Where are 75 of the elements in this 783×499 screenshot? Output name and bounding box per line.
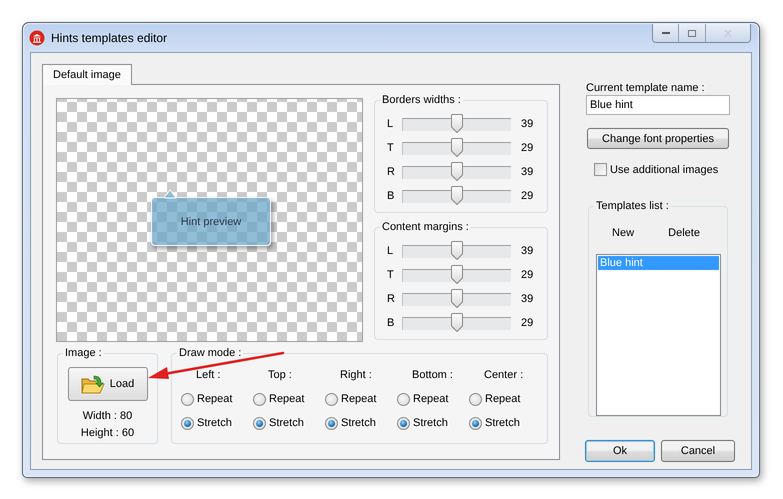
radio-label: Stretch	[197, 417, 232, 429]
checkbox-label: Use additional images	[610, 164, 718, 176]
radio-label: Stretch	[269, 417, 304, 429]
group-title: Content margins :	[380, 221, 471, 234]
slider-value: 39	[521, 118, 534, 130]
column-heading: Left :	[195, 368, 222, 382]
column-heading: Bottom :	[411, 368, 454, 382]
cancel-button[interactable]: Cancel	[661, 440, 735, 462]
app-icon	[29, 30, 45, 46]
slider-value: 29	[521, 142, 534, 154]
radio-button[interactable]	[397, 416, 410, 430]
close-icon	[723, 28, 733, 38]
tab[interactable]: Default image	[42, 64, 132, 85]
column-heading: Top :	[267, 368, 293, 382]
radio-button[interactable]	[253, 392, 266, 406]
slider-label: B	[387, 317, 396, 329]
image-height: Height : 60	[80, 426, 134, 441]
radio-button[interactable]	[469, 392, 482, 406]
slider-thumb[interactable]	[451, 264, 463, 284]
checkbox[interactable]	[594, 163, 607, 176]
slider-thumb[interactable]	[451, 138, 463, 156]
radio-label: Stretch	[413, 417, 448, 429]
slider-label: T	[387, 142, 395, 154]
slider-label: B	[387, 190, 396, 202]
slider-value: 29	[521, 269, 534, 281]
load-button[interactable]: Load	[68, 367, 148, 401]
slider-value: 39	[521, 293, 534, 305]
maximize-icon	[687, 28, 697, 38]
radio-button[interactable]	[253, 416, 266, 430]
slider-label: L	[387, 245, 394, 257]
radio-label: Repeat	[485, 393, 520, 405]
slider-value: 29	[521, 317, 534, 329]
slider-thumb[interactable]	[451, 114, 463, 132]
slider-label: R	[387, 293, 396, 305]
slider-label: R	[387, 166, 396, 178]
slider-value: 39	[521, 166, 534, 178]
radio-label: Repeat	[413, 393, 448, 405]
radio-button[interactable]	[181, 392, 194, 406]
template-name-field[interactable]: Blue hint	[586, 95, 730, 115]
slider-value: 29	[521, 190, 534, 202]
column-heading: Right :	[339, 368, 373, 382]
action-link[interactable]: Delete	[668, 227, 700, 239]
slider-thumb[interactable]	[451, 186, 463, 204]
radio-label: Stretch	[485, 417, 520, 429]
slider-thumb[interactable]	[451, 162, 463, 180]
group-title: Image :	[63, 347, 104, 360]
slider-value: 39	[521, 245, 534, 257]
slider-thumb[interactable]	[451, 240, 463, 260]
maximize-button[interactable]	[678, 24, 705, 42]
field-label: Current template name :	[586, 82, 706, 94]
column-heading: Center :	[483, 368, 524, 382]
radio-label: Repeat	[269, 393, 304, 405]
slider-thumb[interactable]	[451, 288, 463, 308]
radio-label: Stretch	[341, 417, 376, 429]
radio-label: Repeat	[341, 393, 376, 405]
radio-button[interactable]	[469, 416, 482, 430]
radio-button[interactable]	[325, 392, 338, 406]
minimize-button[interactable]	[653, 24, 678, 42]
hint-text: Hint preview	[180, 216, 242, 228]
radio-button[interactable]	[325, 416, 338, 430]
slider-thumb[interactable]	[451, 312, 463, 332]
minimize-icon	[662, 32, 670, 34]
window-title: Hints templates editor	[51, 30, 168, 44]
ok-button[interactable]: Ok	[585, 440, 655, 462]
slider-label: T	[387, 269, 395, 281]
folder-icon	[80, 373, 105, 395]
slider-label: L	[387, 118, 394, 130]
close-button[interactable]	[705, 24, 750, 42]
radio-button[interactable]	[181, 416, 194, 430]
radio-label: Repeat	[197, 393, 232, 405]
image-width: Width : 80	[82, 409, 134, 424]
action-link[interactable]: New	[612, 227, 634, 239]
change-font-button[interactable]: Change font properties	[587, 128, 729, 149]
radio-button[interactable]	[397, 392, 410, 406]
group-title: Templates list :	[594, 200, 671, 213]
